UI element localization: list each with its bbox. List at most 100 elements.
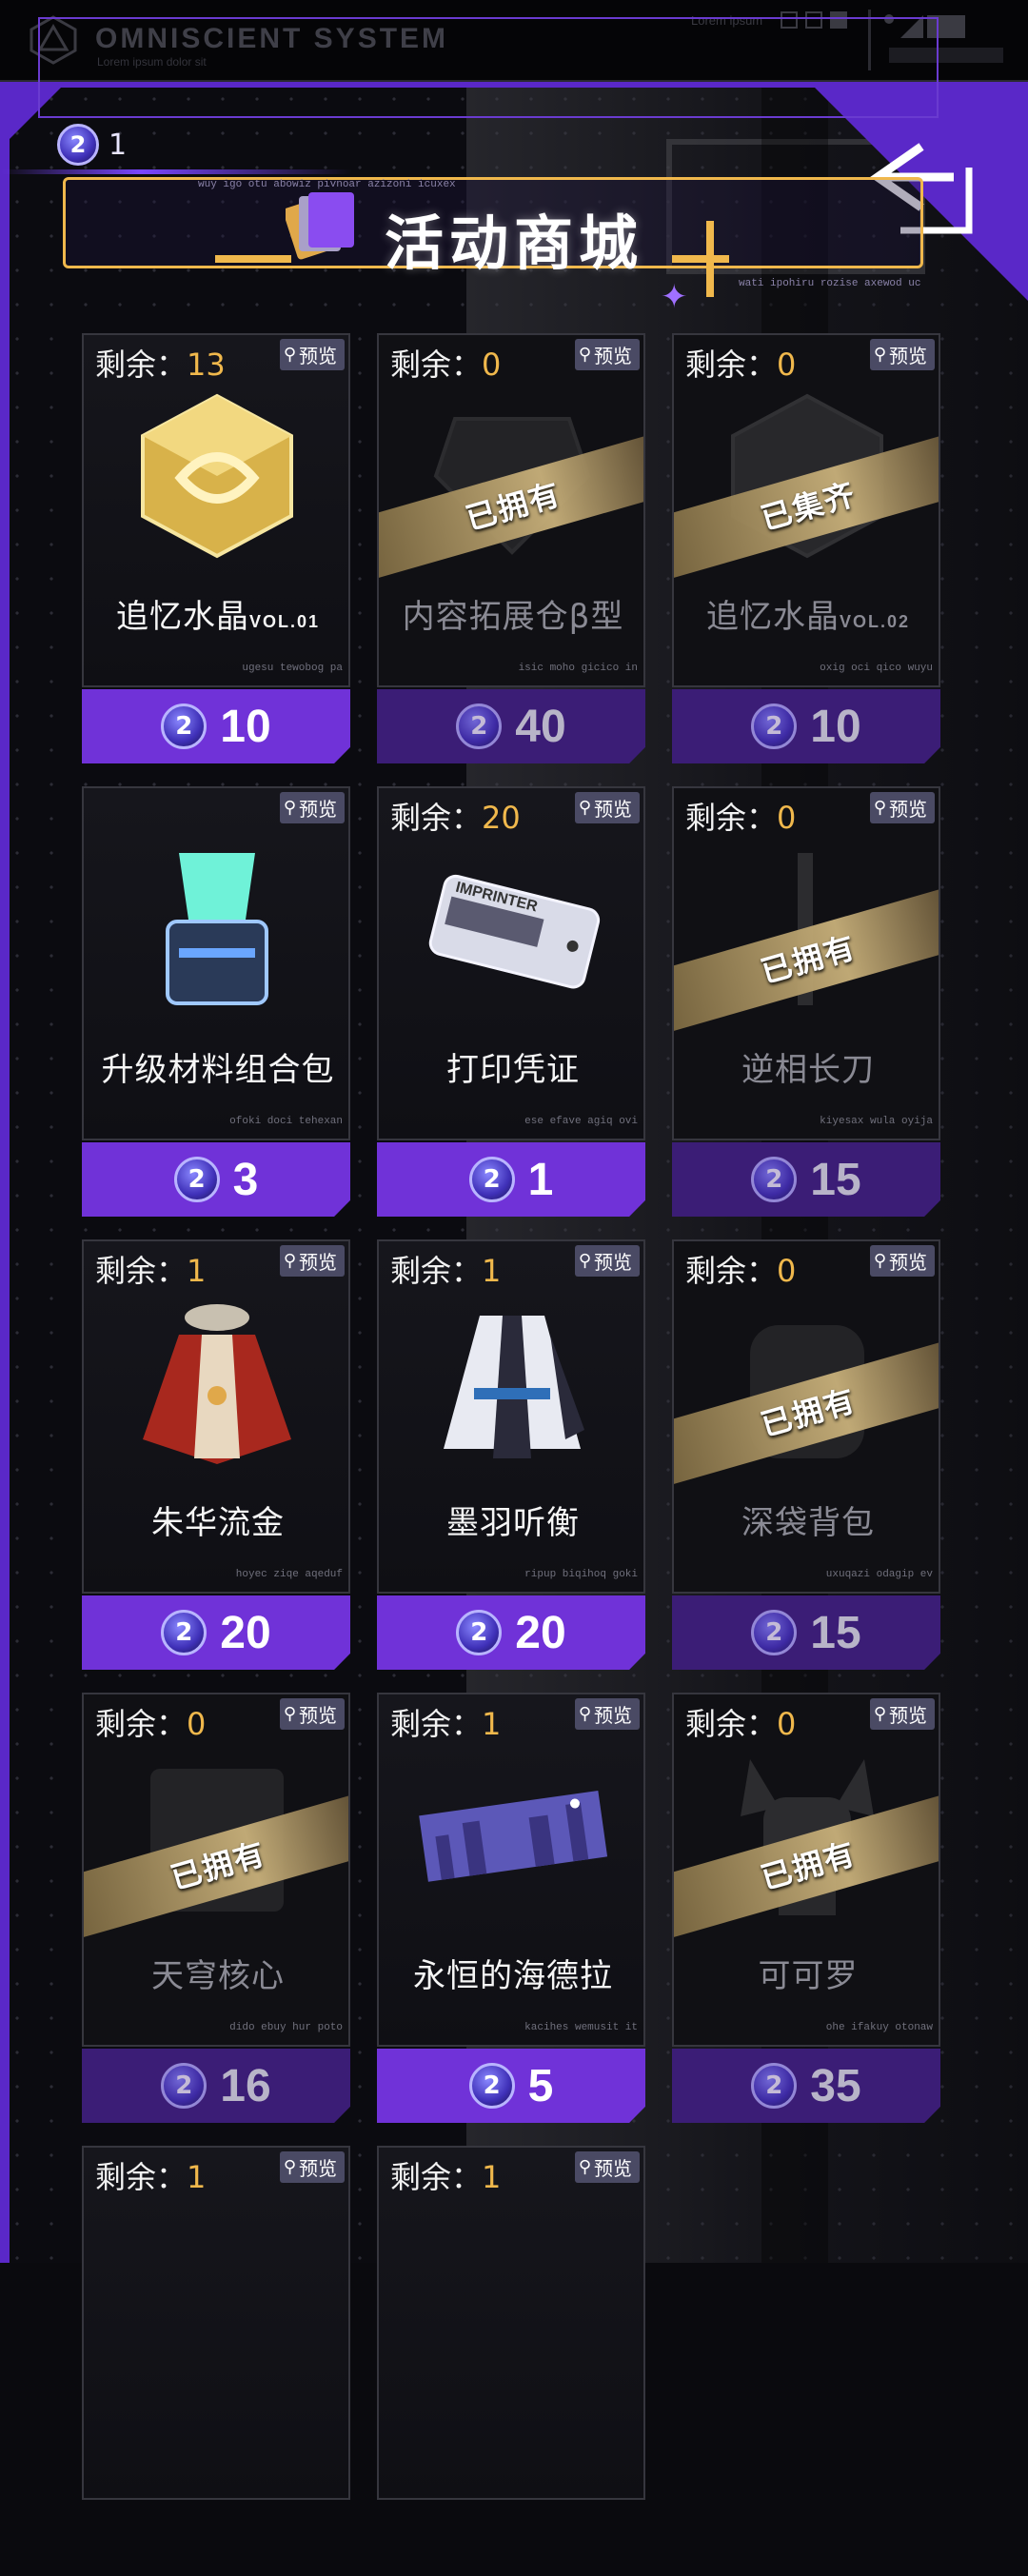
print-ticket-icon: IMPRINTER (417, 843, 607, 1015)
item-price: 1 (527, 1154, 554, 1205)
shop-item-card[interactable]: 剩余：1 ⚲ 预览 (377, 2146, 645, 2576)
item-price: 10 (220, 701, 271, 752)
remaining-label: 剩余： (95, 347, 188, 383)
item-remaining: 剩余：0 (685, 1247, 796, 1291)
currency-coin-icon: 2 (161, 1610, 208, 1655)
purchase-button[interactable]: 2 40 (377, 689, 645, 763)
shop-item-card[interactable]: 剩余：1 ⚲ 预览墨羽听衡 ripup biqihoq goki 2 20 (377, 1239, 645, 1670)
purchase-button[interactable]: 2 15 (672, 1595, 940, 1670)
item-remaining: 剩余：1 (390, 1700, 501, 1744)
shop-item-card[interactable]: ⚲ 预览 升级材料组合包 ofoki doci tehexan 2 3 (82, 786, 350, 1217)
preview-button[interactable]: ⚲ 预览 (279, 792, 345, 823)
remaining-count: 1 (482, 2159, 502, 2195)
purchase-button[interactable]: 2 35 (672, 2049, 940, 2123)
preview-button[interactable]: ⚲ 预览 (574, 792, 640, 823)
preview-button[interactable]: ⚲ 预览 (279, 339, 345, 370)
item-name-text: 天穹核心 (151, 1957, 285, 1995)
item-name-text: 打印凭证 (446, 1051, 580, 1089)
currency-coin-icon: 2 (173, 1157, 220, 1202)
magnifier-icon: ⚲ (578, 1704, 591, 1724)
magnifier-icon: ⚲ (578, 1251, 591, 1271)
purchase-button[interactable]: 2 16 (82, 2049, 350, 2123)
remaining-label: 剩余： (390, 2159, 483, 2195)
preview-button[interactable]: ⚲ 预览 (574, 339, 640, 370)
remaining-count: 20 (482, 800, 521, 836)
preview-button[interactable]: ⚲ 预览 (279, 2151, 345, 2183)
remaining-count: 0 (482, 347, 502, 383)
preview-button[interactable]: ⚲ 预览 (574, 2151, 640, 2183)
item-name-text: 永恒的海德拉 (413, 1957, 613, 1995)
remaining-label: 剩余： (390, 1253, 483, 1289)
preview-label: 预览 (299, 345, 337, 367)
shop-item-card[interactable]: 剩余：20 ⚲ 预览 IMPRINTER 打印凭证 ese efave agiq ovi 2… (377, 786, 645, 1217)
shop-item-card[interactable]: 剩余：1 ⚲ 预览 (82, 2146, 350, 2576)
item-tiny-text: ese efave agiq ovi (524, 1116, 638, 1127)
remaining-label: 剩余： (390, 1706, 483, 1742)
preview-button[interactable]: ⚲ 预览 (869, 1698, 935, 1730)
item-name-text: 朱华流金 (151, 1504, 285, 1542)
preview-button[interactable]: ⚲ 预览 (869, 1245, 935, 1277)
currency-coin-icon: 2 (751, 2063, 798, 2109)
preview-label: 预览 (889, 1251, 927, 1274)
item-remaining: 剩余：1 (95, 1247, 206, 1291)
shop-item-card[interactable]: 剩余：0 ⚲ 预览 已集齐 追忆水晶VOL.02 oxig oci qico wuyu 2 1… (672, 333, 940, 763)
preview-button[interactable]: ⚲ 预览 (279, 1698, 345, 1730)
item-name: 永恒的海德拉 (379, 1950, 643, 1996)
item-name: 墨羽听衡 (379, 1496, 643, 1543)
purchase-button[interactable]: 2 20 (82, 1595, 350, 1670)
item-price: 15 (810, 1607, 861, 1658)
item-remaining: 剩余：0 (95, 1700, 206, 1744)
item-price: 10 (810, 701, 861, 752)
remaining-count: 0 (187, 1706, 207, 1742)
currency-coin-icon: 2 (751, 1157, 798, 1202)
shop-item-card[interactable]: 剩余：0 ⚲ 预览 已拥有 逆相长刀 kiyesax wula oyija 2 15 (672, 786, 940, 1217)
remaining-count: 0 (777, 347, 797, 383)
shop-item-card[interactable]: 剩余：13 ⚲ 预览 追忆水晶VOL.01 ugesu tewobog pa 2 10 (82, 333, 350, 763)
currency-coin-icon: 2 (751, 1610, 798, 1655)
purchase-button[interactable]: 2 20 (377, 1595, 645, 1670)
shop-item-card[interactable]: 剩余：0 ⚲ 预览 已拥有 内容拓展仓β型 isic moho gicico in 2 40 (377, 333, 645, 763)
item-remaining: 剩余：0 (390, 341, 501, 385)
remaining-label: 剩余： (685, 347, 778, 383)
remaining-count: 0 (777, 1253, 797, 1289)
preview-button[interactable]: ⚲ 预览 (574, 1245, 640, 1277)
item-price: 16 (220, 2060, 271, 2111)
item-card-body: 剩余：1 ⚲ 预览 永恒的海德拉 kacihes wemusit it (377, 1693, 645, 2047)
shop-item-card[interactable]: 剩余：0 ⚲ 预览 已拥有 深袋背包 uxuqazi odagip ev 2 15 (672, 1239, 940, 1670)
red-outfit-icon (122, 1297, 312, 1468)
purchase-button[interactable]: 2 10 (82, 689, 350, 763)
magnifier-icon: ⚲ (873, 345, 886, 365)
item-card-body: 剩余：0 ⚲ 预览 已拥有 逆相长刀 kiyesax wula oyija (672, 786, 940, 1140)
purchase-button[interactable]: 21 (377, 1142, 645, 1217)
item-name: 追忆水晶VOL.02 (674, 590, 939, 637)
shop-item-card[interactable]: 剩余：1 ⚲ 预览 永恒的海德拉 kacihes wemusit it 2 5 (377, 1693, 645, 2123)
remaining-count: 1 (482, 1253, 502, 1289)
item-remaining: 剩余：0 (685, 341, 796, 385)
magnifier-icon: ⚲ (873, 1704, 886, 1724)
preview-label: 预览 (889, 798, 927, 821)
item-card-body: 剩余：1 ⚲ 预览 (82, 2146, 350, 2500)
purchase-button[interactable]: 25 (377, 2049, 645, 2123)
item-price: 3 (232, 1154, 259, 1205)
item-tiny-text: hoyec ziqe aqeduf (235, 1569, 343, 1580)
preview-button[interactable]: ⚲ 预览 (574, 1698, 640, 1730)
shop-item-card[interactable]: 剩余：0 ⚲ 预览 已拥有 天穹核心 dido ebuy hur poto 2 16 (82, 1693, 350, 2123)
magnifier-icon: ⚲ (283, 798, 296, 818)
preview-button[interactable]: ⚲ 预览 (869, 792, 935, 823)
purchase-button[interactable]: 2 15 (672, 1142, 940, 1217)
preview-button[interactable]: ⚲ 预览 (279, 1245, 345, 1277)
magnifier-icon: ⚲ (578, 2157, 591, 2177)
item-name-text: 可可罗 (758, 1957, 859, 1995)
item-tiny-text: ripup biqihoq goki (524, 1569, 638, 1580)
purchase-button[interactable]: 23 (82, 1142, 350, 1217)
purchase-button[interactable]: 2 10 (672, 689, 940, 763)
item-remaining: 剩余：1 (95, 2153, 206, 2197)
magnifier-icon: ⚲ (283, 1704, 296, 1724)
preview-button[interactable]: ⚲ 预览 (869, 339, 935, 370)
item-card-body: 剩余：0 ⚲ 预览 已拥有 深袋背包 uxuqazi odagip ev (672, 1239, 940, 1594)
magnifier-icon: ⚲ (283, 2157, 296, 2177)
item-card-body: 剩余：0 ⚲ 预览 已拥有 内容拓展仓β型 isic moho gicico in (377, 333, 645, 687)
shop-item-card[interactable]: 剩余：1 ⚲ 预览朱华流金 hoyec ziqe aqeduf 2 20 (82, 1239, 350, 1670)
shop-item-card[interactable]: 剩余：0 ⚲ 预览 已拥有 可可罗 ohe ifakuy otonaw 2 35 (672, 1693, 940, 2123)
item-name: 逆相长刀 (674, 1043, 939, 1090)
